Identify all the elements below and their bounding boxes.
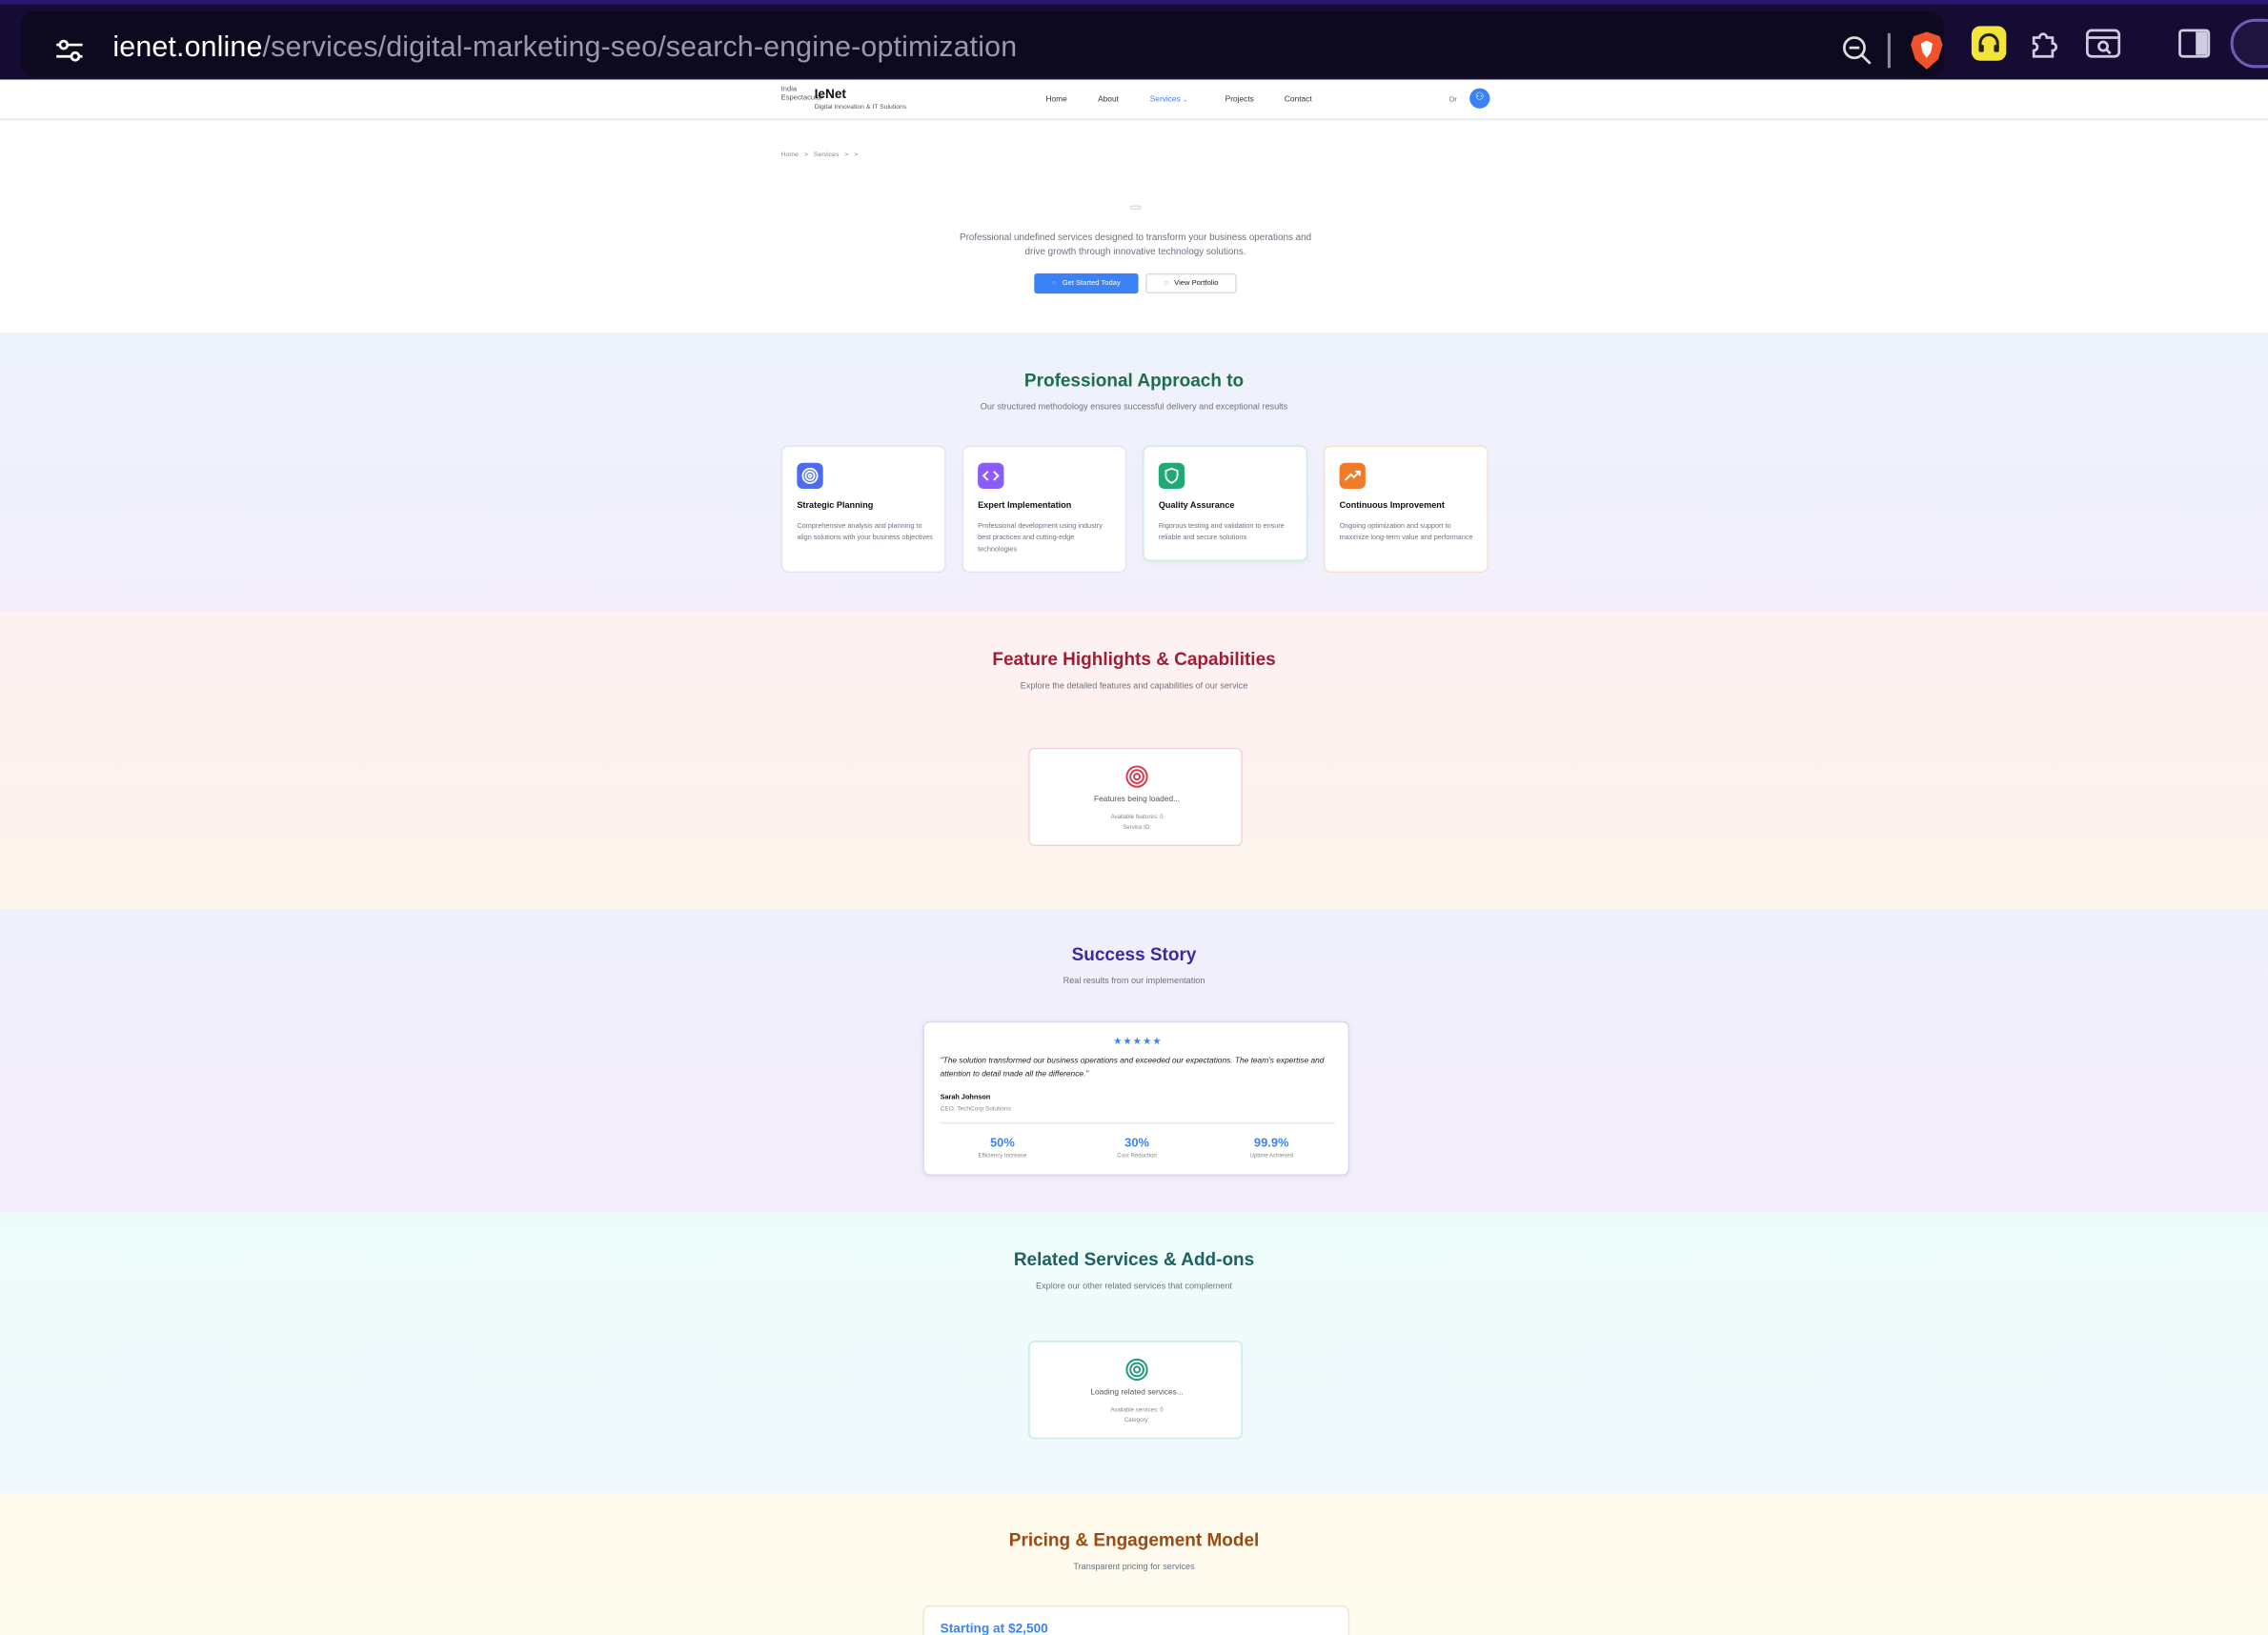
stat-efficiency: 50% Efficiency Increase bbox=[944, 1136, 1060, 1159]
card-description: Rigorous testing and validation to ensur… bbox=[1158, 523, 1285, 543]
divider bbox=[940, 1121, 1336, 1124]
profile-button[interactable] bbox=[2230, 18, 2268, 69]
approach-card-expert-implementation: Expert Implementation Professional devel… bbox=[962, 445, 1127, 574]
success-subtitle: Real results from our implementation bbox=[1063, 978, 1205, 987]
url-host: ienet.online bbox=[112, 31, 263, 64]
target-icon bbox=[797, 462, 823, 490]
shield-icon bbox=[1158, 462, 1185, 490]
breadcrumb-services[interactable]: Services bbox=[814, 151, 839, 158]
approach-card-continuous-improvement: Continuous Improvement Ongoing optimizat… bbox=[1323, 445, 1488, 574]
related-title: Related Services & Add-ons bbox=[1013, 1249, 1255, 1270]
get-started-label: Get Started Today bbox=[1062, 278, 1121, 289]
card-title: Continuous Improvement bbox=[1339, 501, 1445, 511]
card-title: Expert Implementation bbox=[978, 501, 1072, 511]
portfolio-icon: ◌ bbox=[1164, 278, 1169, 289]
zoom-out-icon[interactable] bbox=[1840, 33, 1874, 68]
testimonial-quote: "The solution transformed our business o… bbox=[940, 1057, 1325, 1080]
nav-services-label: Services bbox=[1149, 95, 1181, 105]
stat-label: Efficiency Increase bbox=[978, 1151, 1027, 1159]
features-count: Available features: 0 bbox=[1110, 813, 1164, 820]
rating-stars-icon: ★★★★★ bbox=[1113, 1037, 1163, 1047]
site-navbar: India Espectacular IeNet Digital Innovat… bbox=[0, 79, 2268, 120]
breadcrumb: Home > Services > > bbox=[781, 151, 864, 158]
breadcrumb-separator: > bbox=[844, 150, 849, 158]
hero-title-placeholder bbox=[1129, 205, 1142, 211]
service-id: Service ID: bbox=[1123, 822, 1151, 831]
get-started-button[interactable]: ◌ Get Started Today bbox=[1034, 272, 1139, 294]
related-loading-text: Loading related services... bbox=[1090, 1388, 1184, 1398]
testimonial-card: ★★★★★ "The solution transformed our busi… bbox=[922, 1020, 1350, 1177]
user-icon[interactable]: ⚇ bbox=[1469, 88, 1490, 109]
toolbar-divider bbox=[1887, 32, 1891, 69]
card-description: Comprehensive analysis and planning to a… bbox=[797, 523, 933, 543]
pricing-title: Pricing & Engagement Model bbox=[1008, 1529, 1260, 1551]
chevron-down-icon: ⌄ bbox=[1183, 95, 1188, 103]
language-selector[interactable]: Dr bbox=[1449, 95, 1457, 104]
starting-price: Starting at $2,500 bbox=[940, 1621, 1048, 1635]
chat-icon: ◌ bbox=[1052, 278, 1057, 289]
stat-cost: 30% Cost Reduction bbox=[1079, 1136, 1194, 1159]
stat-value: 99.9% bbox=[1253, 1135, 1289, 1150]
related-subtitle: Explore our other related services that … bbox=[1036, 1282, 1233, 1292]
target-icon bbox=[1125, 1358, 1148, 1382]
testimonial-author: Sarah Johnson bbox=[940, 1095, 991, 1102]
stat-value: 50% bbox=[989, 1135, 1015, 1150]
nav-services[interactable]: Services ⌄ bbox=[1150, 95, 1187, 104]
breadcrumb-separator: > bbox=[854, 150, 859, 158]
card-title: Quality Assurance bbox=[1158, 501, 1235, 511]
pricing-subtitle: Transparent pricing for services bbox=[1073, 1563, 1195, 1572]
logo-image[interactable]: India Espectacular bbox=[781, 86, 823, 103]
features-section: Feature Highlights & Capabilities Explor… bbox=[0, 612, 2268, 909]
nav-contact[interactable]: Contact bbox=[1285, 95, 1312, 104]
target-icon bbox=[1125, 765, 1148, 788]
related-count: Available services: 0 bbox=[1110, 1405, 1164, 1413]
brand-tagline: Digital Innovation & IT Solutions bbox=[814, 102, 907, 111]
browser-toolbar: ienet.online/services/digital-marketing-… bbox=[0, 0, 2268, 80]
related-category: Category: bbox=[1124, 1416, 1150, 1423]
features-subtitle: Explore the detailed features and capabi… bbox=[1020, 682, 1248, 692]
sidebar-toggle-icon[interactable] bbox=[2177, 26, 2211, 60]
features-title: Feature Highlights & Capabilities bbox=[992, 649, 1276, 670]
success-title: Success Story bbox=[1071, 944, 1197, 965]
approach-card-strategic-planning: Strategic Planning Comprehensive analysi… bbox=[780, 445, 946, 574]
address-bar[interactable]: ienet.online/services/digital-marketing-… bbox=[20, 11, 1945, 77]
code-icon bbox=[978, 462, 1004, 490]
card-description: Professional development using industry … bbox=[978, 523, 1103, 555]
approach-card-quality-assurance: Quality Assurance Rigorous testing and v… bbox=[1143, 445, 1308, 561]
related-section: Related Services & Add-ons Explore our o… bbox=[0, 1212, 2268, 1493]
card-description: Ongoing optimization and support to maxi… bbox=[1339, 523, 1473, 543]
testimonial-role: CEO, TechCorp Solutions bbox=[940, 1104, 1011, 1113]
approach-subtitle: Our structured methodology ensures succe… bbox=[980, 403, 1288, 413]
card-title: Strategic Planning bbox=[797, 501, 874, 511]
page-search-icon[interactable] bbox=[2084, 25, 2121, 62]
trending-up-icon bbox=[1339, 462, 1366, 490]
extensions-puzzle-icon[interactable] bbox=[2027, 25, 2064, 62]
view-portfolio-button[interactable]: ◌ View Portfolio bbox=[1145, 272, 1237, 294]
hero-description: Professional undefined services designed… bbox=[959, 232, 1312, 257]
pricing-card: Starting at $2,500 bbox=[922, 1605, 1350, 1635]
site-settings-icon[interactable] bbox=[52, 33, 87, 68]
stat-value: 30% bbox=[1124, 1135, 1149, 1150]
features-loading-card: Features being loaded... Available featu… bbox=[1028, 747, 1243, 846]
brave-shields-icon[interactable] bbox=[1908, 30, 1945, 71]
url-text[interactable]: ienet.online/services/digital-marketing-… bbox=[112, 31, 1017, 65]
extension-headphones-icon[interactable] bbox=[1970, 25, 2007, 62]
pricing-section: Pricing & Engagement Model Transparent p… bbox=[0, 1492, 2268, 1635]
nav-home[interactable]: Home bbox=[1045, 95, 1066, 104]
nav-projects[interactable]: Projects bbox=[1225, 95, 1254, 104]
breadcrumb-home[interactable]: Home bbox=[781, 151, 799, 158]
approach-title: Professional Approach to bbox=[1023, 370, 1245, 391]
nav-about[interactable]: About bbox=[1098, 95, 1119, 104]
brand-name[interactable]: IeNet bbox=[815, 87, 846, 101]
stat-label: Cost Reduction bbox=[1117, 1151, 1157, 1159]
related-loading-card: Loading related services... Available se… bbox=[1028, 1341, 1243, 1440]
features-loading-text: Features being loaded... bbox=[1094, 795, 1181, 804]
url-path: /services/digital-marketing-seo/search-e… bbox=[262, 31, 1018, 64]
success-section: Success Story Real results from our impl… bbox=[0, 908, 2268, 1213]
breadcrumb-separator: > bbox=[803, 150, 808, 158]
stat-label: Uptime Achieved bbox=[1249, 1151, 1294, 1159]
approach-section: Professional Approach to Our structured … bbox=[0, 333, 2268, 613]
stat-uptime: 99.9% Uptime Achieved bbox=[1214, 1136, 1329, 1159]
view-portfolio-label: View Portfolio bbox=[1174, 278, 1219, 289]
